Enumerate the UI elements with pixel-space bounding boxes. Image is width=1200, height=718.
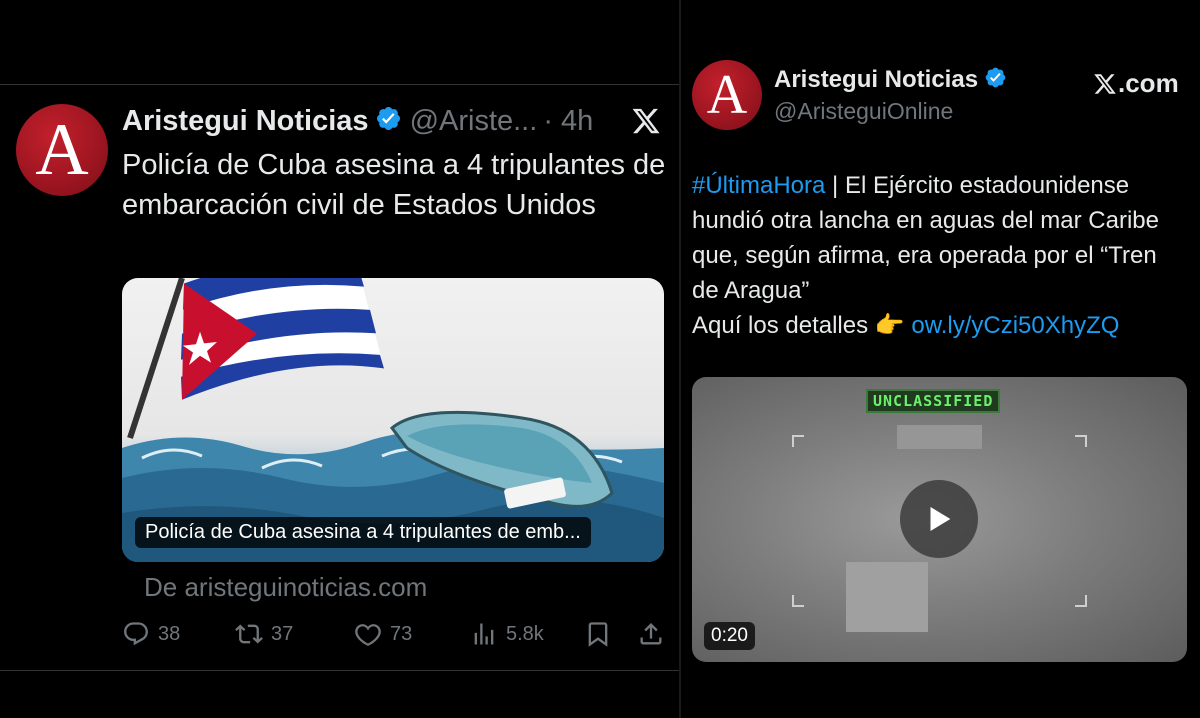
- author-name[interactable]: Aristegui Noticias: [122, 105, 369, 138]
- link-card-caption: Policía de Cuba asesina a 4 tripulantes …: [135, 517, 591, 548]
- panel-divider: [679, 0, 681, 718]
- video-duration: 0:20: [704, 622, 755, 650]
- article-link[interactable]: ow.ly/yCzi50XhyZQ: [911, 312, 1119, 339]
- like-button[interactable]: 73: [354, 620, 412, 648]
- author-name[interactable]: Aristegui Noticias: [774, 66, 978, 94]
- verified-badge-icon: [375, 105, 402, 137]
- author-handle[interactable]: @AristeguiOnline: [774, 98, 953, 125]
- views-count: 5.8k: [506, 622, 544, 645]
- repost-count: 37: [271, 622, 294, 645]
- reticle-corner: [792, 435, 804, 447]
- views-chart-icon: [474, 623, 494, 645]
- bookmark-icon: [588, 622, 608, 647]
- reply-button[interactable]: 38: [122, 620, 180, 648]
- reticle-corner: [1075, 435, 1087, 447]
- redacted-box: [897, 425, 982, 449]
- bookmark-button[interactable]: [584, 620, 620, 648]
- like-count: 73: [390, 622, 413, 645]
- unclassified-label: UNCLASSIFIED: [866, 389, 1001, 413]
- repost-icon: [235, 624, 263, 644]
- author-handle[interactable]: @Ariste...: [410, 105, 538, 138]
- pointing-hand-icon: 👉: [874, 312, 905, 339]
- avatar-letter: A: [706, 64, 748, 126]
- avatar[interactable]: A: [16, 104, 108, 196]
- video-player[interactable]: UNCLASSIFIED 0:20: [692, 377, 1187, 662]
- share-icon: [640, 623, 662, 645]
- play-icon: [930, 506, 951, 532]
- verified-badge-icon: [984, 66, 1007, 94]
- reticle-corner: [792, 595, 804, 607]
- source-label: .com: [1118, 68, 1179, 98]
- link-card-domain[interactable]: De aristeguinoticias.com: [144, 572, 427, 603]
- share-button[interactable]: [637, 620, 673, 648]
- tweet-text: Policía de Cuba asesina a 4 tripulantes …: [122, 149, 666, 221]
- play-button[interactable]: [900, 480, 978, 558]
- tweet-time[interactable]: · 4h: [543, 105, 593, 138]
- reticle-corner: [1075, 595, 1087, 607]
- left-tweet[interactable]: A Aristegui Noticias @Ariste... · 4h Pol…: [0, 85, 679, 670]
- left-bottom-divider: [0, 670, 679, 671]
- x-logo-icon[interactable]: [630, 106, 662, 136]
- hashtag-link[interactable]: #ÚltimaHora: [692, 172, 825, 199]
- link-card-image[interactable]: Policía de Cuba asesina a 4 tripulantes …: [122, 278, 664, 562]
- redacted-box: [846, 562, 928, 632]
- x-logo-icon: [1094, 73, 1116, 94]
- repost-button[interactable]: 37: [235, 620, 293, 648]
- tweet-actions: 38 37 73 5.8k: [122, 620, 667, 654]
- details-label: Aquí los detalles: [692, 312, 875, 339]
- tweet-header: Aristegui Noticias @Ariste... · 4h: [122, 101, 667, 141]
- avatar[interactable]: A: [692, 60, 762, 130]
- views-button[interactable]: 5.8k: [470, 620, 544, 648]
- tweet-header: Aristegui Noticias: [774, 66, 1007, 94]
- x-com-source[interactable]: .com: [1093, 68, 1179, 99]
- tweet-text: #ÚltimaHora | El Ejército estadounidense…: [692, 168, 1187, 343]
- reply-count: 38: [158, 622, 181, 645]
- reply-icon: [124, 622, 148, 646]
- avatar-letter: A: [35, 108, 89, 191]
- heart-icon: [355, 624, 381, 646]
